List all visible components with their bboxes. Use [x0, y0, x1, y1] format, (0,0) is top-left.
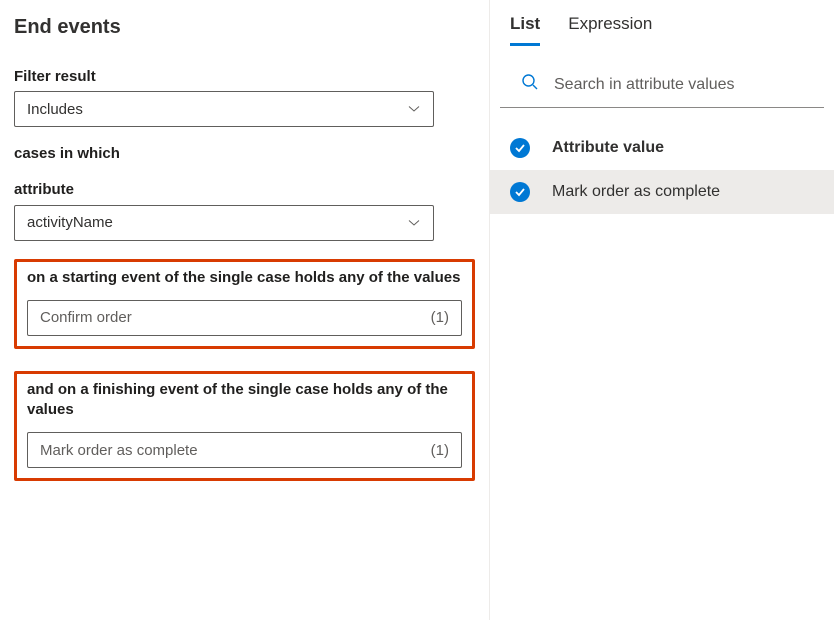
filter-result-select[interactable]: Includes	[14, 91, 434, 127]
attribute-list-header-label: Attribute value	[552, 139, 664, 157]
starting-event-label: on a starting event of the single case h…	[27, 268, 462, 288]
starting-event-input[interactable]: Confirm order (1)	[27, 300, 462, 336]
chevron-down-icon	[407, 216, 421, 230]
finishing-event-value: Mark order as complete	[40, 442, 198, 459]
finishing-event-input[interactable]: Mark order as complete (1)	[27, 432, 462, 468]
attribute-section: attribute activityName	[14, 180, 475, 240]
attribute-list-item[interactable]: Mark order as complete	[490, 170, 834, 214]
filter-result-section: Filter result Includes	[14, 67, 475, 127]
attribute-list-header[interactable]: Attribute value	[490, 126, 834, 170]
starting-event-count: (1)	[431, 309, 449, 326]
attribute-label: attribute	[14, 180, 475, 200]
tab-bar: List Expression	[490, 14, 834, 44]
select-all-checkbox[interactable]	[510, 138, 530, 158]
attribute-values-panel: List Expression Attribute value Mark ord…	[490, 0, 834, 620]
finishing-event-box: and on a finishing event of the single c…	[14, 371, 475, 482]
attribute-list-item-label: Mark order as complete	[552, 183, 720, 201]
cases-label-section: cases in which	[14, 145, 475, 162]
chevron-down-icon	[407, 102, 421, 116]
cases-in-which-label: cases in which	[14, 145, 475, 162]
tab-expression[interactable]: Expression	[568, 14, 652, 44]
filter-result-label: Filter result	[14, 67, 475, 87]
starting-event-value: Confirm order	[40, 309, 132, 326]
tab-list[interactable]: List	[510, 14, 540, 44]
starting-event-box: on a starting event of the single case h…	[14, 259, 475, 349]
filter-result-value: Includes	[27, 101, 83, 118]
attribute-select[interactable]: activityName	[14, 205, 434, 241]
filter-panel: End events Filter result Includes cases …	[0, 0, 490, 620]
search-row	[500, 66, 824, 108]
item-checkbox[interactable]	[510, 182, 530, 202]
search-input[interactable]	[554, 76, 804, 94]
finishing-event-count: (1)	[431, 442, 449, 459]
attribute-value: activityName	[27, 214, 113, 231]
page-title: End events	[14, 16, 475, 39]
finishing-event-label: and on a finishing event of the single c…	[27, 380, 462, 421]
search-icon	[520, 72, 540, 97]
